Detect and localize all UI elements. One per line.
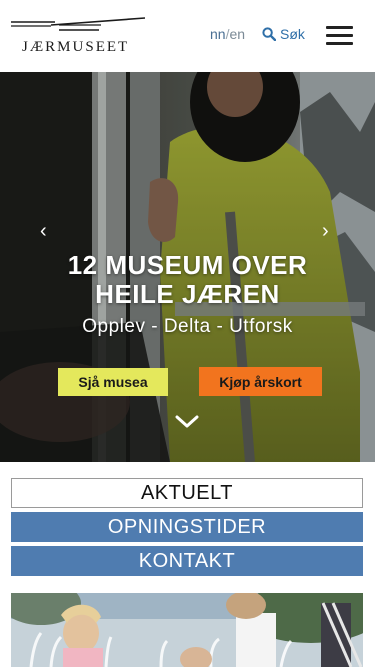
buy-annual-pass-button[interactable]: Kjøp årskort (199, 367, 322, 396)
language-switcher: nn/en (210, 26, 245, 42)
search-button[interactable]: Søk (262, 26, 305, 42)
search-icon (262, 27, 276, 41)
see-museums-button[interactable]: Sjå musea (58, 368, 168, 396)
quicklink-contact[interactable]: KONTAKT (11, 546, 363, 576)
site-header: JÆRMUSEET nn/en Søk (0, 0, 375, 73)
hero-title-line1: 12 MUSEUM OVER (67, 250, 308, 280)
logo-text: JÆRMUSEET (22, 39, 130, 55)
carousel-prev-arrow[interactable]: ‹ (40, 220, 47, 243)
hero-title-line2: HEILE JÆREN (95, 279, 280, 309)
carousel-next-arrow[interactable]: › (322, 220, 329, 243)
lang-en-link[interactable]: en (229, 26, 245, 42)
featured-photo[interactable] (11, 593, 363, 667)
search-label: Søk (280, 26, 305, 42)
logo-lines-graphic (11, 17, 145, 31)
hamburger-menu-icon[interactable] (326, 25, 354, 47)
hero-banner: ‹ › 12 MUSEUM OVER HEILE JÆREN Opplev - … (0, 72, 375, 462)
quicklink-opening-hours[interactable]: OPNINGSTIDER (11, 512, 363, 542)
quicklink-news[interactable]: AKTUELT (11, 478, 363, 508)
featured-photo-image (11, 593, 363, 667)
lang-nn-link[interactable]: nn (210, 26, 226, 42)
chevron-down-icon[interactable] (175, 415, 199, 429)
site-logo[interactable]: JÆRMUSEET (11, 16, 145, 58)
hero-subtitle: Opplev - Delta - Utforsk (82, 316, 293, 337)
hero-title: 12 MUSEUM OVER HEILE JÆREN (0, 251, 375, 309)
